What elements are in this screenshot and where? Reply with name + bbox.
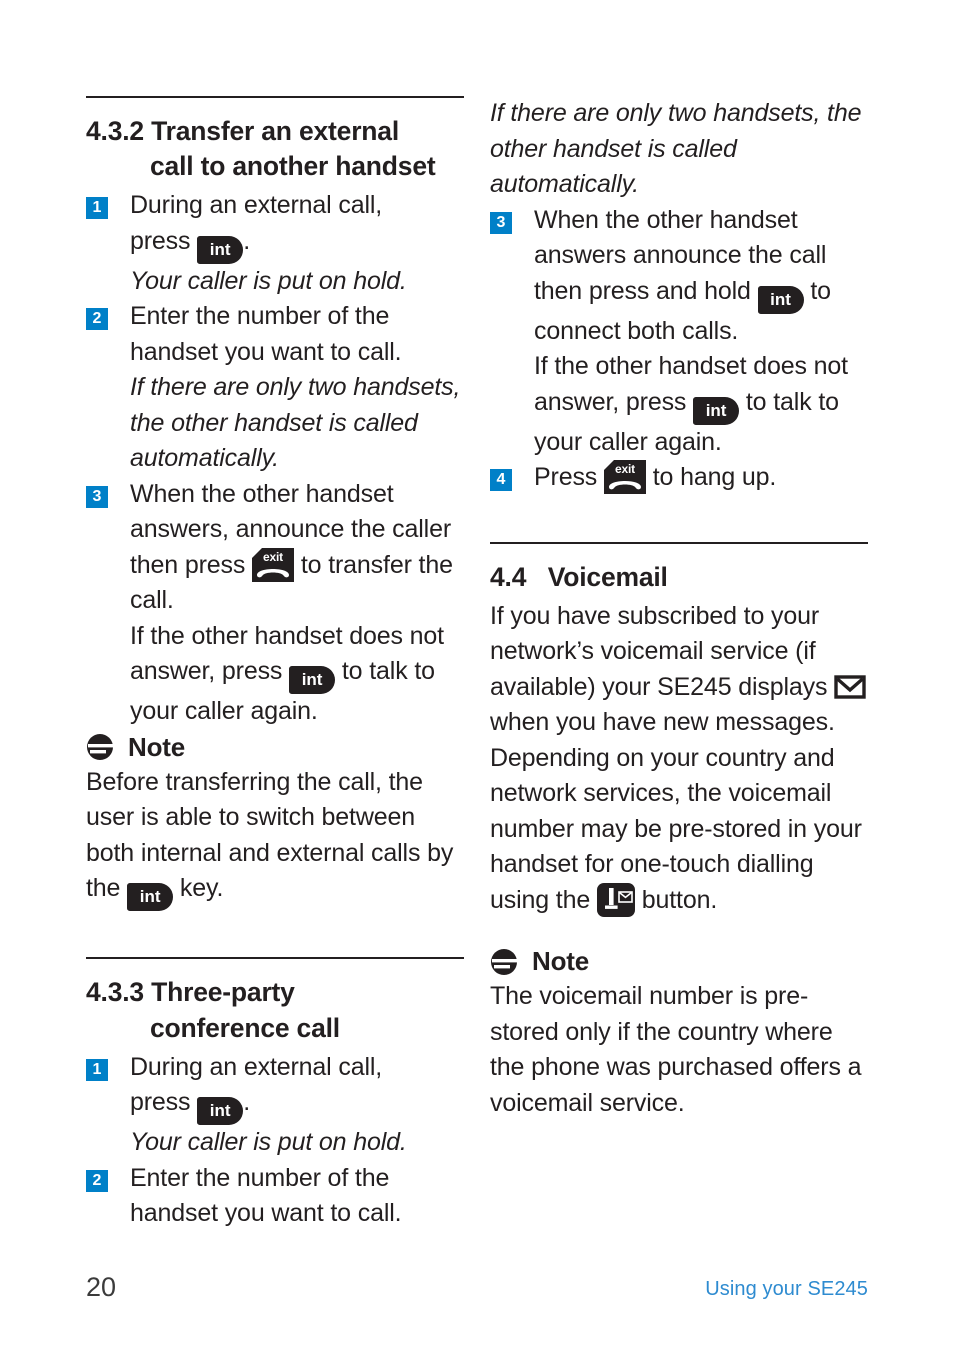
note-label: Note [532,946,589,977]
page-number: 20 [86,1272,117,1302]
step-text: During an external call, press int. [130,188,464,264]
note-text: Before transferring the call, the user i… [86,765,464,912]
step-text-line1: During an external call, [130,1052,383,1081]
step-badge-4: 4 [490,469,512,491]
step-text-pre: Press [534,463,598,491]
note-text-pre: Before transferring the call, the user i… [86,767,454,903]
step-note-italic: If there are only two handsets, the othe… [130,373,461,473]
section-title-line1: Transfer an external [151,116,399,146]
note-heading: Note [490,946,868,977]
step-item: 3 When the other handset answers announc… [490,203,868,461]
note-icon [490,948,518,976]
step-text-period: . [243,1088,250,1117]
int-key-icon[interactable]: int [757,285,804,314]
note-heading: Note [86,732,464,763]
int-key-icon[interactable]: int [127,883,174,912]
step-item: 4 Press exit to hang up. [490,460,868,496]
voicemail-para1-pre: If you have subscribed to your network’s… [490,601,828,701]
exit-key-icon[interactable]: exit [252,547,295,582]
continuation-italic-text: If there are only two handsets, the othe… [490,99,862,198]
step-item: 1 During an external call, press int. Yo… [86,188,464,299]
step-text: Press exit to hang up. [534,460,868,496]
step-text-press: press [130,1088,191,1117]
voicemail-key-icon[interactable] [596,882,635,917]
step-badge-3: 3 [490,211,512,234]
step-item: 2 Enter the number of the handset you wa… [86,299,464,477]
int-key-icon[interactable]: int [289,666,336,695]
svg-text:exit: exit [263,550,283,564]
step-text-line1: During an external call, [130,191,383,220]
section-title-line2: conference call [150,1012,340,1043]
step-body: When the other handset answers, announce… [130,477,464,730]
section-title-text: Voicemail [547,561,668,592]
voicemail-paragraph-1: If you have subscribed to your network’s… [490,599,868,741]
left-column: 4.3.2 Transfer an external call to anoth… [86,96,464,1232]
exit-key-icon[interactable]: exit [603,460,646,494]
section-divider-right [490,541,868,544]
step-text-post: to hang up. [652,463,777,491]
section-title-4-4: 4.4 Voicemail [490,560,868,595]
step-text: Enter the number of the handset you want… [130,1163,402,1228]
step-item: 1 During an external call, press int. Yo… [86,1050,464,1161]
manual-page: 4.3.2 Transfer an external call to anoth… [0,0,954,1348]
note-text-post: key. [179,874,224,903]
section-title-4-3-2: 4.3.2 Transfer an external call to anoth… [86,114,464,184]
note-icon [86,733,114,761]
section-number: 4.3.2 [86,116,144,146]
section-divider-left-2 [86,957,464,960]
step-badge-2: 2 [86,308,108,331]
footer-section-label: Using your SE245 [705,1278,868,1300]
envelope-icon [834,675,866,699]
int-key-icon[interactable]: int [693,396,740,425]
note-text: The voicemail number is pre-stored only … [490,982,862,1117]
page-footer: 20 Using your SE245 [86,1272,868,1306]
step-text: When the other handset answers announce … [534,203,868,350]
step-note-italic: Your caller is put on hold. [130,266,407,295]
section-number: 4.3.3 [86,977,144,1008]
step-text: Enter the number of the handset you want… [130,302,402,366]
right-column: If there are only two handsets, the othe… [490,96,868,1121]
section-title-line1: Three-party [151,977,295,1008]
voicemail-paragraph-2: Depending on your country and network se… [490,741,868,919]
int-key-icon[interactable]: int [197,1097,244,1126]
voicemail-para2-post: button. [641,885,718,914]
step-note-italic: Your caller is put on hold. [130,1128,407,1157]
section-title-4-3-3: 4.3.3 Three-party conference call [86,975,464,1045]
step-body: Press exit to hang up. [534,460,868,496]
step-extra-text: If the other handset does not answer, pr… [130,619,464,730]
note-label: Note [128,731,185,762]
step-text: During an external call, press int. [130,1050,464,1126]
step-body: During an external call, press int. Your… [130,188,464,299]
step-extra-text: If the other handset does not answer, pr… [534,349,868,460]
step-item: 3 When the other handset answers, announ… [86,477,464,730]
step-body: When the other handset answers announce … [534,203,868,461]
int-key-icon[interactable]: int [197,235,244,264]
step-body: During an external call, press int. Your… [130,1050,464,1161]
step-badge-1: 1 [86,1058,108,1081]
step-text: When the other handset answers, announce… [130,477,464,619]
step-text-period: . [243,226,250,255]
section-divider-top-left [86,96,464,98]
step-body: Enter the number of the handset you want… [130,299,464,477]
section-number: 4.4 [490,561,527,592]
step-badge-3: 3 [86,485,108,508]
step-badge-2: 2 [86,1169,108,1192]
step-badge-1: 1 [86,197,108,220]
step-body: Enter the number of the handset you want… [130,1161,464,1232]
section-title-line2: call to another handset [150,151,436,182]
voicemail-para1-post: when you have new messages. [490,708,835,737]
step-text-press: press [130,226,191,255]
svg-text:exit: exit [615,462,635,476]
step-item: 2 Enter the number of the handset you wa… [86,1161,464,1232]
